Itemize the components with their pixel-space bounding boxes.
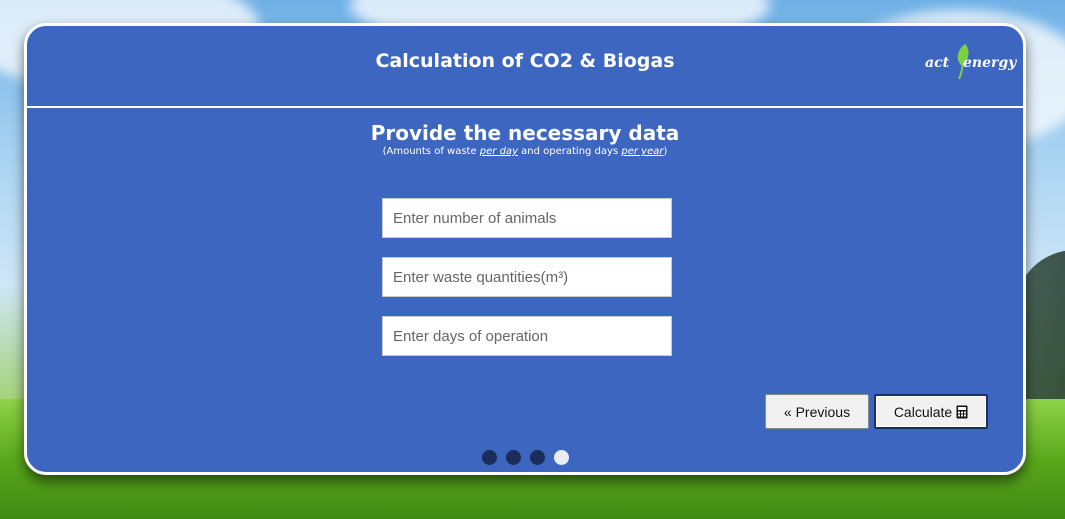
step-indicator	[482, 450, 569, 465]
calculate-button[interactable]: Calculate	[874, 394, 988, 429]
form-note: (Amounts of waste per day and operating …	[27, 146, 1023, 157]
calculator-icon	[956, 405, 968, 418]
previous-button-label: « Previous	[783, 403, 851, 420]
previous-button[interactable]: « Previous	[765, 394, 869, 429]
note-emphasis: per day	[479, 146, 518, 157]
form-heading: Provide the necessary data	[370, 121, 680, 145]
calculator-card: Calculation of CO2 & Biogas act energy P…	[24, 23, 1026, 475]
note-text: and operating days	[517, 146, 622, 157]
card-header: Calculation of CO2 & Biogas act energy	[27, 26, 1023, 108]
step-dot[interactable]	[482, 450, 497, 465]
page-title: Calculation of CO2 & Biogas	[375, 50, 675, 72]
calculate-button-label: Calculate	[893, 403, 953, 420]
step-dot-active[interactable]	[554, 450, 569, 465]
step-dot[interactable]	[530, 450, 545, 465]
operation-days-input[interactable]	[382, 316, 672, 356]
act-energy-logo: act energy	[925, 42, 1017, 82]
animals-input[interactable]	[382, 198, 672, 238]
note-emphasis: per year	[621, 146, 664, 157]
note-text: )	[663, 146, 668, 157]
logo-text-energy: energy	[963, 55, 1017, 71]
logo-text-act: act	[925, 55, 950, 71]
step-dot[interactable]	[506, 450, 521, 465]
waste-quantity-input[interactable]	[382, 257, 672, 297]
note-text: (Amounts of waste	[382, 146, 480, 157]
